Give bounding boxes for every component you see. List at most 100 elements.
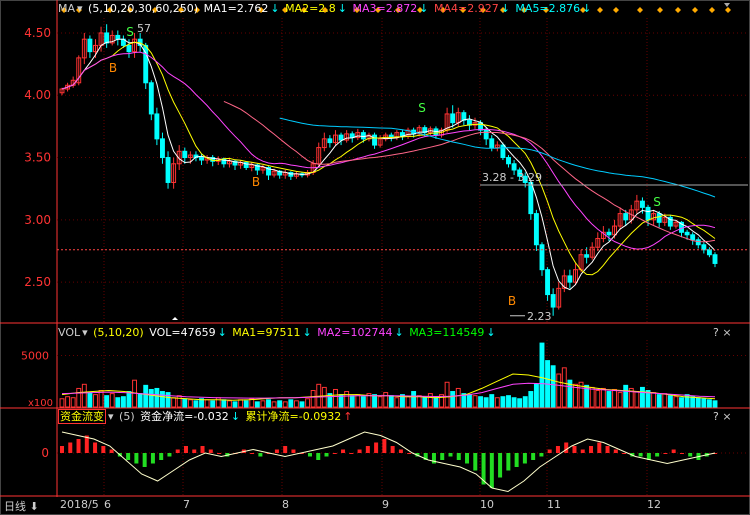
volume-bar [148, 388, 154, 408]
flow-bar [324, 453, 329, 457]
sell-signal: S [418, 101, 426, 115]
candle-body [126, 44, 132, 53]
volume-bar [93, 394, 98, 408]
candle-body [545, 269, 551, 296]
flow-bar [655, 453, 660, 457]
volume-bar [478, 396, 484, 408]
volume-bar [293, 400, 299, 408]
volume-ma-line [61, 373, 716, 401]
volume-bar [81, 383, 87, 408]
buy-signal: B [508, 294, 516, 308]
candle-body [539, 244, 545, 271]
candle-body [372, 134, 378, 146]
flow-bar [555, 446, 560, 453]
flow-indicator-name[interactable]: 资金流变 [58, 409, 106, 424]
volume-bar [65, 396, 71, 408]
sell-signal: S [653, 195, 661, 209]
candle-body [639, 200, 645, 208]
month-label-1: 6 [104, 498, 111, 511]
flow-bar [597, 442, 602, 453]
main-indicator-params: (5,10,20,30,60,250) [88, 2, 199, 15]
flow-bar [679, 453, 684, 454]
flow-bar [274, 449, 279, 453]
high-annotation: 57 [137, 22, 151, 35]
volume-bar [165, 392, 171, 408]
volume-bar [411, 391, 417, 408]
volume-bar [517, 398, 523, 408]
volume-bar [176, 395, 182, 408]
month-label-2: 7 [183, 498, 190, 511]
volume-bar [539, 342, 545, 408]
candle-body [327, 138, 333, 144]
vol-indicator-header[interactable]: VOL ▾ (5,10,20) VOL=47659 ↓ MA1=97511 ↓ MA2… [58, 325, 498, 341]
candle-body [338, 134, 344, 141]
volume-bar [266, 399, 271, 408]
event-diamond [675, 7, 681, 13]
volume-bar [344, 391, 350, 408]
flow-bar [605, 446, 610, 453]
flow-help-close[interactable]: ? × [713, 410, 732, 423]
candle-body [489, 138, 495, 149]
volume-bar [589, 386, 595, 408]
month-label-0: 2018/5 [60, 498, 99, 511]
event-diamond [657, 7, 663, 13]
candle-body [506, 157, 511, 165]
flow-bar [126, 453, 131, 460]
candle-body [450, 113, 456, 124]
volume-bar [271, 401, 277, 408]
volume-bar [355, 394, 361, 408]
flow-bar [167, 453, 172, 457]
volume-bar [427, 393, 433, 408]
flow-bar [357, 449, 362, 453]
cursor-marker [172, 317, 178, 320]
flow-bar [473, 453, 478, 471]
candle-body [199, 157, 204, 161]
vol-ma2-readout: MA2=102744 [317, 326, 393, 339]
event-diamond [637, 7, 643, 13]
flow-bar [407, 453, 412, 454]
event-diamond [597, 7, 603, 13]
volume-bar [160, 391, 165, 408]
event-diamond [692, 7, 698, 13]
price-tick-label: 3.50 [24, 151, 51, 165]
volume-bar [706, 399, 712, 408]
volume-bar [511, 397, 517, 408]
flow-indicator-header[interactable]: 资金流变 ▾ (5) 资金净流=-0.032 ↓ 累计净流=-0.0932 ↑ [58, 409, 354, 425]
event-diamond [613, 7, 619, 13]
candle-body [706, 249, 712, 256]
flow-bar [349, 453, 354, 454]
volume-bar [372, 394, 378, 408]
flow-bar [522, 453, 527, 464]
candle-body [695, 239, 701, 246]
volume-bar [394, 397, 400, 408]
volume-bar [595, 390, 601, 408]
flow-bar [514, 453, 519, 467]
volume-bar [494, 397, 500, 408]
flow-bar [465, 453, 470, 464]
flow-bar [390, 446, 395, 453]
candle-body [154, 113, 160, 140]
candle-body [182, 150, 188, 159]
main-indicator-header[interactable]: MA ▾ (5,10,20,30,60,250) MA1=2.762 ↓ MA2=2… [58, 1, 593, 17]
month-label-6: 11 [547, 498, 561, 511]
ma1-readout: MA1=2.762 [203, 2, 269, 15]
volume-bar [305, 398, 311, 408]
vol-readout: VOL=47659 [149, 326, 216, 339]
flow-bar [258, 453, 263, 457]
volume-bar [651, 392, 657, 408]
candle-body [500, 144, 506, 159]
period-label[interactable]: 日线 [4, 500, 26, 513]
period-selector[interactable]: 日线 ⬇ [4, 498, 39, 514]
candle-body [461, 112, 467, 121]
flow-bar [291, 449, 296, 453]
candle-body [528, 181, 534, 215]
vol-indicator-name[interactable]: VOL [58, 326, 80, 339]
main-indicator-name[interactable]: MA [58, 2, 75, 15]
vol-tick-label: 5000 [21, 349, 49, 362]
vol-help-close[interactable]: ? × [713, 326, 732, 339]
flow-bar [208, 449, 213, 453]
volume-bar [405, 396, 411, 408]
ma2-readout: MA2=2.8 [285, 2, 336, 15]
volume-bar [634, 391, 640, 408]
flow-bar [456, 453, 461, 460]
